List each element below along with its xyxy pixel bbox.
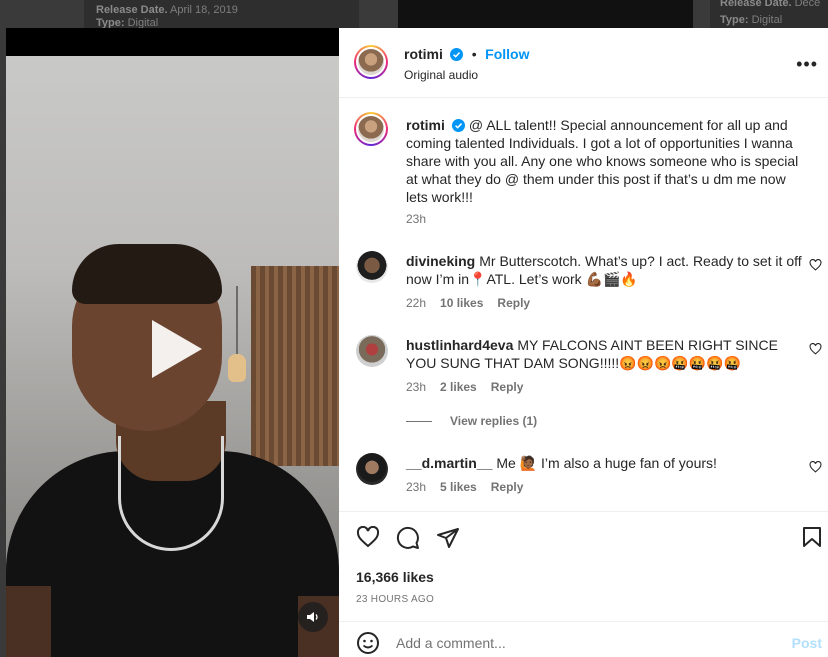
reply-button[interactable]: Reply [497,296,530,310]
audio-label[interactable]: Original audio [404,68,478,82]
author-avatar[interactable] [354,45,388,79]
comment-input[interactable]: Add a comment... [396,635,506,651]
like-icon[interactable] [356,526,380,548]
speaker-icon [307,612,318,622]
comment-username[interactable]: hustlinhard4eva [406,337,513,353]
comment-likes[interactable]: 5 likes [440,480,477,494]
caption-username[interactable]: rotimi [406,117,445,133]
comment-likes[interactable]: 10 likes [440,296,483,310]
verified-badge-icon [450,48,464,61]
post-details-panel: rotimi • Follow Original audio ••• rotim… [339,28,828,657]
caption-time: 23h [406,212,427,226]
like-comment-icon[interactable] [809,259,822,271]
share-icon[interactable] [436,526,460,550]
commenter-avatar[interactable] [356,335,388,367]
audio-toggle-button[interactable] [298,602,328,632]
play-icon[interactable] [144,318,206,380]
type-value: Digital [751,14,783,26]
more-options-icon[interactable]: ••• [796,54,818,75]
background-image-card [398,0,693,30]
add-comment-bar: Add a comment... Post [339,621,828,657]
view-replies-button[interactable]: View replies (1) [406,414,537,428]
view-replies-label: View replies (1) [450,414,538,428]
comment-likes[interactable]: 2 likes [440,380,477,394]
comment-icon[interactable] [396,526,420,550]
commenter-avatar[interactable] [356,251,388,283]
comment-time: 23h [406,380,427,394]
save-bookmark-icon[interactable] [802,526,822,548]
like-count[interactable]: 16,366 likes [356,569,434,585]
post-timestamp: 23 HOURS AGO [356,594,435,605]
comment-time: 22h [406,296,427,310]
release-date-label: Release Date. [96,4,168,16]
comments-list[interactable]: rotimi @ ALL talent!! Special announcemen… [339,99,828,510]
emoji-icon[interactable] [356,631,380,655]
comment-time: 23h [406,480,427,494]
comment-username[interactable]: divineking [406,253,475,269]
type-label: Type: [720,14,749,26]
verified-badge-icon [451,119,465,132]
pendant-lamp [228,354,246,382]
replies-divider [406,420,432,422]
reply-button[interactable]: Reply [491,480,524,494]
comment-username[interactable]: __d.martin__ [406,455,492,471]
reply-button[interactable]: Reply [491,380,524,394]
author-avatar[interactable] [354,112,388,146]
follow-button[interactable]: Follow [485,46,529,62]
post-comment-button[interactable]: Post [792,635,822,651]
post-header: rotimi • Follow Original audio ••• [339,28,828,98]
author-username[interactable]: rotimi [404,46,443,62]
background-release-card: Release Date. April 18, 2019 Type: Digit… [84,0,359,30]
release-date-label: Release Date. [720,0,792,9]
release-date-value: Dece [794,0,821,9]
commenter-avatar[interactable] [356,453,388,485]
like-comment-icon[interactable] [809,343,822,355]
like-comment-icon[interactable] [809,461,822,473]
post-actions: 16,366 likes 23 HOURS AGO Add a comment.… [339,511,828,657]
release-date-value: April 18, 2019 [170,4,238,16]
background-release-card-2: Release Date. Dece Type: Digital [710,0,828,30]
comment-text: Me 🙋🏾 I’m also a huge fan of yours! [496,455,717,471]
necklace [118,436,224,551]
video-player[interactable] [6,28,339,657]
separator-dot: • [471,46,477,62]
